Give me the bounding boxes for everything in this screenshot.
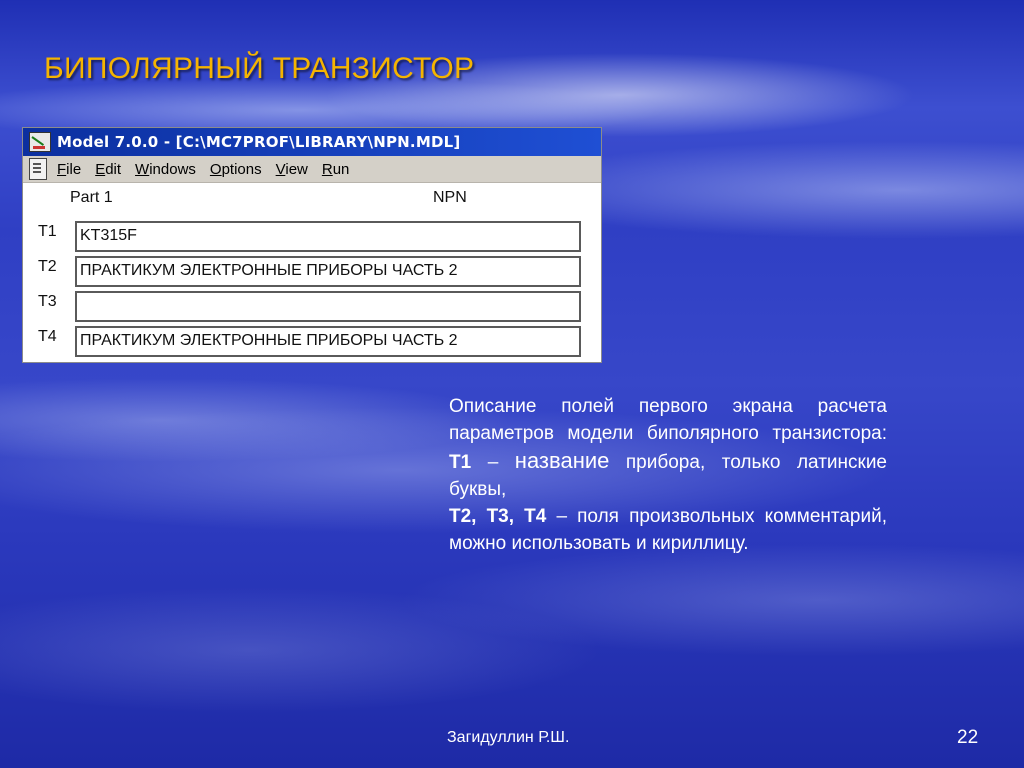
- app-icon[interactable]: [29, 132, 51, 152]
- t234-key: Т2, Т3, Т4: [449, 506, 547, 527]
- menu-windows[interactable]: Windows: [135, 161, 196, 178]
- menu-run[interactable]: Run: [322, 161, 350, 178]
- model-form: Part 1 NPN T1 KT315F T2 ПРАКТИКУМ ЭЛЕКТР…: [23, 183, 601, 363]
- description-t234: Т2, Т3, Т4 – поля произвольных комментар…: [449, 503, 887, 557]
- field-t1-input[interactable]: KT315F: [75, 221, 581, 252]
- menu-edit[interactable]: Edit: [95, 161, 121, 178]
- field-t4-input[interactable]: ПРАКТИКУМ ЭЛЕКТРОННЫЕ ПРИБОРЫ ЧАСТЬ 2: [75, 326, 581, 357]
- t1-dash: –: [487, 452, 499, 473]
- menu-file[interactable]: File: [57, 161, 81, 178]
- field-t2-input[interactable]: ПРАКТИКУМ ЭЛЕКТРОННЫЕ ПРИБОРЫ ЧАСТЬ 2: [75, 256, 581, 287]
- type-label: NPN: [433, 189, 467, 206]
- t1-key: Т1: [449, 452, 472, 473]
- slide-title: БИПОЛЯРНЫЙ ТРАНЗИСТОР: [44, 52, 475, 85]
- field-label-t2: T2: [38, 258, 57, 275]
- field-t3-input[interactable]: [75, 291, 581, 322]
- menu-view[interactable]: View: [276, 161, 308, 178]
- document-icon[interactable]: [29, 158, 47, 180]
- window-title: Model 7.0.0 - [C:\MC7PROF\LIBRARY\NPN.MD…: [57, 133, 461, 151]
- field-label-t1: T1: [38, 223, 57, 240]
- menu-options[interactable]: Options: [210, 161, 262, 178]
- t234-dash: –: [556, 506, 568, 527]
- window-titlebar[interactable]: Model 7.0.0 - [C:\MC7PROF\LIBRARY\NPN.MD…: [23, 128, 601, 156]
- part-label: Part 1: [70, 189, 113, 206]
- model-window: Model 7.0.0 - [C:\MC7PROF\LIBRARY\NPN.MD…: [22, 127, 602, 363]
- description-intro: Описание полей первого экрана расчета па…: [449, 396, 887, 444]
- menu-bar: File Edit Windows Options View Run: [23, 156, 601, 183]
- page-number: 22: [957, 727, 979, 748]
- description-t1: Т1 – название прибора, только латинские …: [449, 447, 887, 503]
- footer-author: Загидуллин Р.Ш.: [447, 729, 570, 746]
- t1-word: название: [514, 448, 610, 473]
- field-label-t4: T4: [38, 328, 57, 345]
- description-text: Описание полей первого экрана расчета па…: [449, 393, 887, 557]
- field-label-t3: T3: [38, 293, 57, 310]
